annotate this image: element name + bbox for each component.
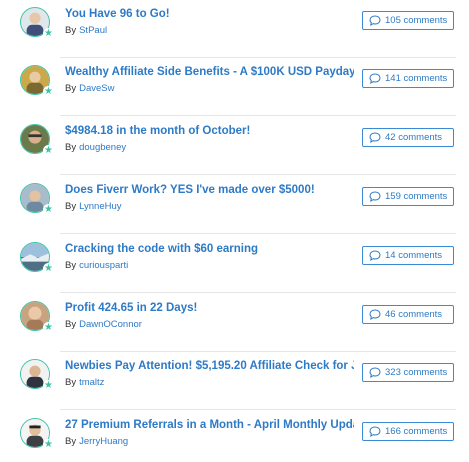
comments-button[interactable]: 14 comments: [362, 246, 454, 265]
list-item: ★ Newbies Pay Attention! $5,195.20 Affil…: [0, 352, 456, 410]
by-label: By: [65, 436, 77, 447]
comments-button[interactable]: 46 comments: [362, 305, 454, 324]
speech-bubble-icon: [369, 250, 381, 261]
star-badge-icon: ★: [43, 28, 54, 39]
post-byline: By dougbeney: [65, 142, 126, 153]
comments-count: 166 comments: [385, 426, 448, 437]
post-title[interactable]: Wealthy Affiliate Side Benefits - A $100…: [65, 66, 354, 78]
by-label: By: [65, 260, 77, 271]
list-item: ★ 27 Premium Referrals in a Month - Apri…: [0, 411, 456, 462]
speech-bubble-icon: [369, 132, 381, 143]
comments-button[interactable]: 159 comments: [362, 187, 454, 206]
post-byline: By curiousparti: [65, 260, 128, 271]
list-item: ★ Does Fiverr Work? YES I've made over $…: [0, 176, 456, 234]
post-title[interactable]: Profit 424.65 in 22 Days!: [65, 302, 354, 314]
post-byline: By tmaltz: [65, 377, 104, 388]
author-link[interactable]: DaveSw: [79, 83, 114, 94]
speech-bubble-icon: [369, 426, 381, 437]
author-link[interactable]: LynneHuy: [79, 201, 121, 212]
comments-button[interactable]: 323 comments: [362, 363, 454, 382]
star-badge-icon: ★: [43, 439, 54, 450]
post-list-panel: ★ You Have 96 to Go! By StPaul 105 commen…: [0, 0, 470, 462]
author-link[interactable]: StPaul: [79, 25, 107, 36]
list-item: ★ You Have 96 to Go! By StPaul 105 commen…: [0, 0, 456, 58]
speech-bubble-icon: [369, 73, 381, 84]
post-byline: By DaveSw: [65, 83, 114, 94]
post-title[interactable]: Does Fiverr Work? YES I've made over $50…: [65, 184, 354, 196]
star-badge-icon: ★: [43, 322, 54, 333]
comments-count: 14 comments: [385, 250, 443, 261]
list-item: ★ Profit 424.65 in 22 Days! By DawnOConno…: [0, 294, 456, 352]
author-link[interactable]: DawnOConnor: [79, 319, 142, 330]
author-link[interactable]: tmaltz: [79, 377, 104, 388]
post-byline: By StPaul: [65, 25, 107, 36]
comments-count: 141 comments: [385, 73, 448, 84]
comments-count: 105 comments: [385, 15, 448, 26]
comments-count: 323 comments: [385, 367, 448, 378]
star-badge-icon: ★: [43, 145, 54, 156]
divider: [60, 115, 456, 116]
post-title[interactable]: 27 Premium Referrals in a Month - April …: [65, 419, 354, 431]
divider: [60, 292, 456, 293]
list-item: ★ $4984.18 in the month of October! By do…: [0, 117, 456, 175]
list-item: ★ Wealthy Affiliate Side Benefits - A $1…: [0, 58, 456, 116]
by-label: By: [65, 319, 77, 330]
speech-bubble-icon: [369, 367, 381, 378]
post-title[interactable]: $4984.18 in the month of October!: [65, 125, 354, 137]
comments-button[interactable]: 166 comments: [362, 422, 454, 441]
author-link[interactable]: JerryHuang: [79, 436, 128, 447]
post-byline: By DawnOConnor: [65, 319, 142, 330]
comments-button[interactable]: 105 comments: [362, 11, 454, 30]
star-badge-icon: ★: [43, 204, 54, 215]
author-link[interactable]: curiousparti: [79, 260, 128, 271]
by-label: By: [65, 142, 77, 153]
divider: [60, 409, 456, 410]
comments-count: 46 comments: [385, 309, 443, 320]
post-byline: By JerryHuang: [65, 436, 128, 447]
comments-count: 159 comments: [385, 191, 448, 202]
star-badge-icon: ★: [43, 263, 54, 274]
by-label: By: [65, 83, 77, 94]
post-title[interactable]: Cracking the code with $60 earning: [65, 243, 354, 255]
post-byline: By LynneHuy: [65, 201, 122, 212]
post-title[interactable]: Newbies Pay Attention! $5,195.20 Affilia…: [65, 360, 354, 372]
comments-count: 42 comments: [385, 132, 443, 143]
speech-bubble-icon: [369, 15, 381, 26]
author-link[interactable]: dougbeney: [79, 142, 126, 153]
by-label: By: [65, 25, 77, 36]
list-item: ★ Cracking the code with $60 earning By c…: [0, 235, 456, 293]
by-label: By: [65, 201, 77, 212]
comments-button[interactable]: 141 comments: [362, 69, 454, 88]
speech-bubble-icon: [369, 309, 381, 320]
star-badge-icon: ★: [43, 380, 54, 391]
speech-bubble-icon: [369, 191, 381, 202]
star-badge-icon: ★: [43, 86, 54, 97]
divider: [60, 233, 456, 234]
comments-button[interactable]: 42 comments: [362, 128, 454, 147]
divider: [60, 174, 456, 175]
post-title[interactable]: You Have 96 to Go!: [65, 8, 354, 20]
by-label: By: [65, 377, 77, 388]
